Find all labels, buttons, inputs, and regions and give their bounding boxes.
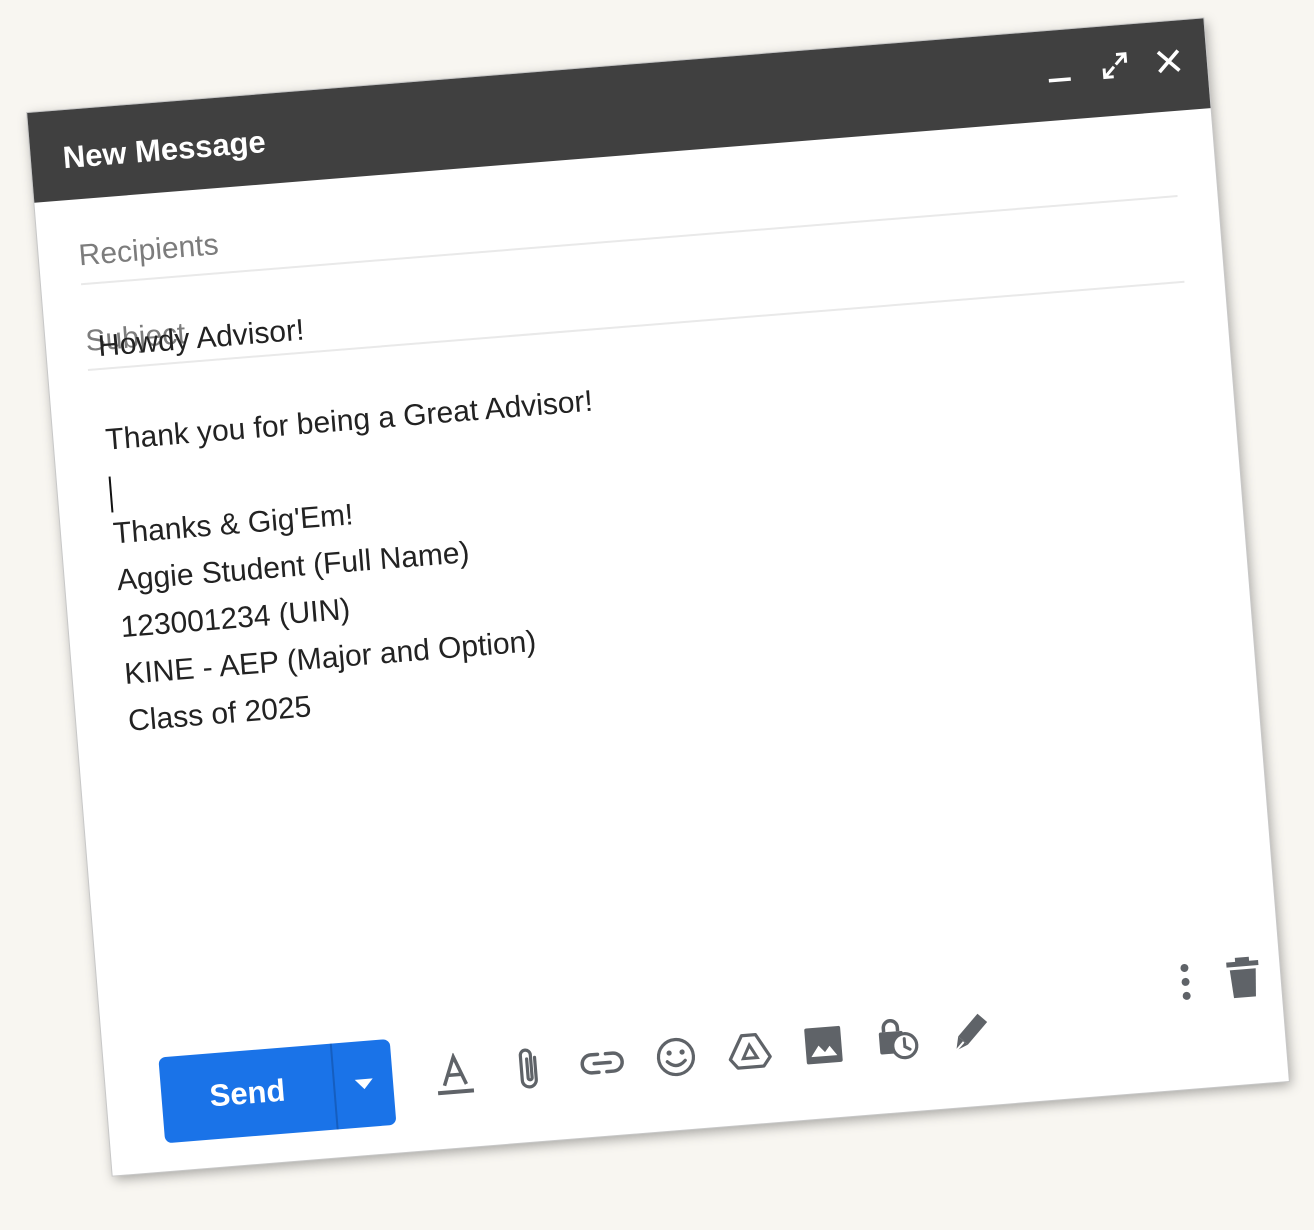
send-button[interactable]: Send bbox=[158, 1043, 339, 1144]
close-icon[interactable] bbox=[1145, 38, 1192, 85]
attach-icon[interactable] bbox=[495, 1036, 562, 1103]
more-options-icon[interactable] bbox=[1158, 951, 1212, 1013]
compose-title: New Message bbox=[61, 124, 267, 176]
formatting-icon[interactable] bbox=[421, 1041, 488, 1108]
confidential-icon[interactable] bbox=[864, 1006, 931, 1073]
compose-window: New Message Howdy Advisor! Thank you for… bbox=[27, 18, 1289, 1176]
schedule-send-dropdown[interactable] bbox=[332, 1039, 397, 1129]
signature-icon[interactable] bbox=[938, 1000, 1005, 1067]
photo-icon[interactable] bbox=[790, 1012, 857, 1079]
message-body[interactable]: Howdy Advisor! Thank you for being a Gre… bbox=[97, 245, 1215, 754]
send-button-group: Send bbox=[158, 1038, 397, 1144]
text-caret bbox=[108, 476, 114, 513]
minimize-icon[interactable] bbox=[1035, 46, 1082, 93]
link-icon[interactable] bbox=[569, 1030, 636, 1097]
trash-icon[interactable] bbox=[1216, 946, 1270, 1008]
expand-icon[interactable] bbox=[1091, 42, 1138, 89]
emoji-icon[interactable] bbox=[643, 1024, 710, 1091]
drive-icon[interactable] bbox=[716, 1018, 783, 1085]
caret-down-icon bbox=[354, 1078, 373, 1090]
